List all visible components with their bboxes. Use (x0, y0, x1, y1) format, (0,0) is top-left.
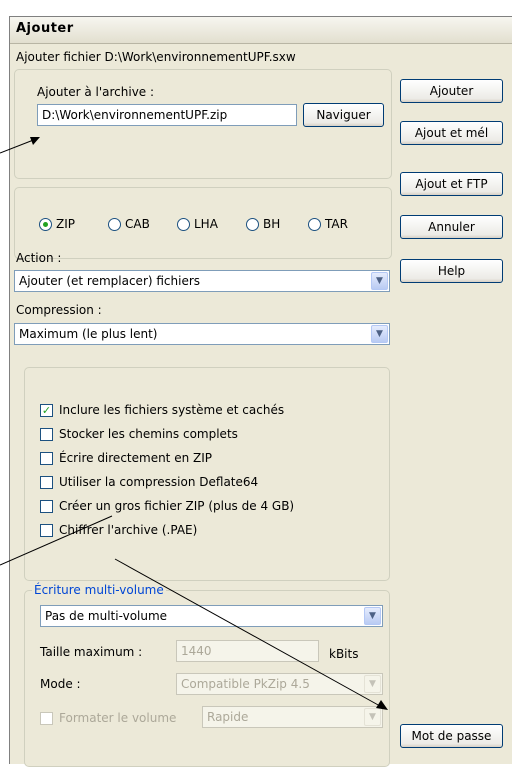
chevron-down-icon[interactable]: ▼ (371, 272, 388, 290)
add-mail-button[interactable]: Ajout et mél (400, 121, 503, 145)
archive-label: Ajouter à l'archive : (37, 85, 155, 99)
radio-selected-icon (39, 217, 52, 231)
radio-icon (108, 217, 121, 231)
checkbox-icon (40, 475, 53, 489)
compression-select[interactable]: Maximum (le plus lent) ▼ (14, 323, 390, 345)
format-volume-checkbox[interactable]: Formater le volume (40, 711, 176, 725)
option-include-system-checkbox[interactable]: ✓ Inclure les fichiers système et cachés (40, 403, 284, 417)
max-size-input[interactable]: 1440 (176, 640, 319, 662)
radio-icon (177, 217, 190, 231)
add-ftp-button[interactable]: Ajout et FTP (400, 172, 503, 196)
chevron-down-icon[interactable]: ▼ (364, 708, 381, 726)
format-bh-radio[interactable]: BH (246, 217, 280, 231)
format-volume-select[interactable]: Rapide ▼ (202, 706, 383, 728)
action-label: Action : (16, 251, 62, 265)
option-store-paths-checkbox[interactable]: Stocker les chemins complets (40, 427, 238, 441)
dialog-title: Ajouter (16, 21, 74, 36)
checkbox-icon (40, 451, 53, 465)
multivolume-select[interactable]: Pas de multi-volume ▼ (40, 605, 383, 627)
add-button[interactable]: Ajouter (400, 79, 503, 103)
chevron-down-icon[interactable]: ▼ (371, 325, 388, 343)
archive-path-input[interactable]: D:\Work\environnementUPF.zip (37, 104, 297, 126)
add-dialog: Ajouter Ajouter fichier D:\Work\environn… (9, 16, 512, 767)
browse-button[interactable]: Naviguer (303, 103, 384, 127)
checkbox-icon (40, 523, 53, 537)
format-zip-radio[interactable]: ZIP (39, 217, 75, 231)
option-large-zip-checkbox[interactable]: Créer un gros fichier ZIP (plus de 4 GB) (40, 499, 294, 513)
password-button[interactable]: Mot de passe (400, 724, 503, 748)
radio-icon (308, 217, 321, 231)
option-deflate64-checkbox[interactable]: Utiliser la compression Deflate64 (40, 475, 258, 489)
format-lha-radio[interactable]: LHA (177, 217, 218, 231)
mode-select[interactable]: Compatible PkZip 4.5 ▼ (176, 673, 383, 695)
max-size-unit: kBits (329, 647, 359, 661)
file-label: Ajouter fichier D:\Work\environnementUPF… (16, 50, 296, 64)
max-size-label: Taille maximum : (40, 645, 143, 659)
action-select[interactable]: Ajouter (et remplacer) fichiers ▼ (14, 270, 390, 292)
checkbox-icon (40, 711, 53, 725)
title-bar: Ajouter (10, 17, 512, 44)
options-group (24, 367, 390, 581)
help-button[interactable]: Help (400, 259, 503, 283)
checkbox-icon (40, 499, 53, 513)
format-cab-radio[interactable]: CAB (108, 217, 150, 231)
checkmark-icon: ✓ (40, 403, 53, 417)
checkbox-icon (40, 427, 53, 441)
multivolume-legend: Écriture multi-volume (32, 583, 166, 597)
mode-label: Mode : (40, 677, 81, 691)
chevron-down-icon[interactable]: ▼ (364, 607, 381, 625)
option-encrypt-checkbox[interactable]: Chiffrer l'archive (.PAE) (40, 523, 197, 537)
format-tar-radio[interactable]: TAR (308, 217, 348, 231)
archive-path-value: D:\Work\environnementUPF.zip (42, 108, 228, 122)
chevron-down-icon[interactable]: ▼ (364, 675, 381, 693)
radio-icon (246, 217, 259, 231)
compression-label: Compression : (16, 303, 102, 317)
cancel-button[interactable]: Annuler (400, 215, 503, 239)
option-write-direct-checkbox[interactable]: Écrire directement en ZIP (40, 451, 212, 465)
